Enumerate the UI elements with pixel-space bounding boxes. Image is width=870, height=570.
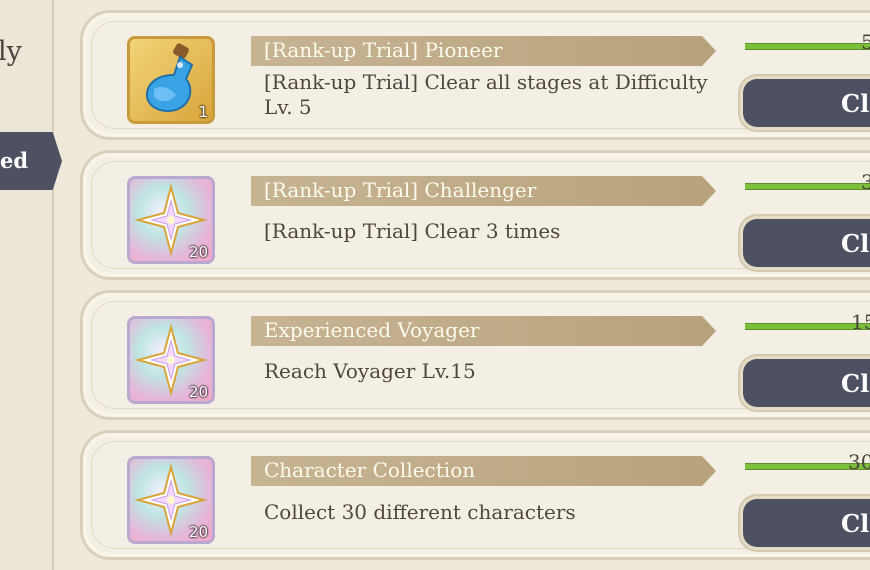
quest-title: [Rank-up Trial] Challenger <box>264 178 537 202</box>
quest-card: 20 [Rank-up Trial] Challenger [Rank-up T… <box>80 150 870 280</box>
progress-bar <box>745 43 870 50</box>
progress-count: 5 <box>861 30 870 54</box>
quest-card: 20 Character Collection Collect 30 diffe… <box>80 430 870 560</box>
claim-button[interactable]: Cla <box>743 359 870 407</box>
claim-button-label: Cla <box>841 89 870 118</box>
claim-button-label: Cla <box>841 509 870 538</box>
claim-button-label: Cla <box>841 229 870 258</box>
quest-title-ribbon: [Rank-up Trial] Pioneer <box>251 36 716 66</box>
sidebar-category-label[interactable]: ly <box>0 36 22 67</box>
quest-title-ribbon: [Rank-up Trial] Challenger <box>251 176 716 206</box>
claim-button[interactable]: Cla <box>743 499 870 547</box>
sidebar-selected-tab-label: ed <box>0 148 29 173</box>
progress-count: 30 <box>848 450 870 474</box>
quest-description: Collect 30 different characters <box>264 500 576 524</box>
progress-bar <box>745 183 870 190</box>
claim-button[interactable]: Cla <box>743 219 870 267</box>
category-sidebar: ly <box>0 0 54 570</box>
reward-item[interactable]: 20 <box>127 316 215 404</box>
quest-list: 1 [Rank-up Trial] Pioneer [Rank-up Trial… <box>80 0 870 570</box>
progress-count: 15 <box>851 310 870 334</box>
reward-item[interactable]: 20 <box>127 456 215 544</box>
quest-title: Character Collection <box>264 458 476 482</box>
reward-item[interactable]: 20 <box>127 176 215 264</box>
quest-description: [Rank-up Trial] Clear all stages at Diff… <box>264 70 708 119</box>
quest-card: 20 Experienced Voyager Reach Voyager Lv.… <box>80 290 870 420</box>
quest-title: Experienced Voyager <box>264 318 480 342</box>
quest-title-ribbon: Character Collection <box>251 456 716 486</box>
reward-item[interactable]: 1 <box>127 36 215 124</box>
quest-title-ribbon: Experienced Voyager <box>251 316 716 346</box>
reward-quantity: 20 <box>188 523 208 541</box>
reward-quantity: 1 <box>198 103 208 121</box>
quest-description: [Rank-up Trial] Clear 3 times <box>264 219 561 243</box>
progress-count: 3 <box>861 170 870 194</box>
claim-button-label: Cla <box>841 369 870 398</box>
quest-card: 1 [Rank-up Trial] Pioneer [Rank-up Trial… <box>80 10 870 140</box>
quest-title: [Rank-up Trial] Pioneer <box>264 38 503 62</box>
sidebar-selected-tab[interactable]: ed <box>0 132 62 190</box>
claim-button[interactable]: Cla <box>743 79 870 127</box>
quest-description: Reach Voyager Lv.15 <box>264 359 476 383</box>
reward-quantity: 20 <box>188 383 208 401</box>
reward-quantity: 20 <box>188 243 208 261</box>
